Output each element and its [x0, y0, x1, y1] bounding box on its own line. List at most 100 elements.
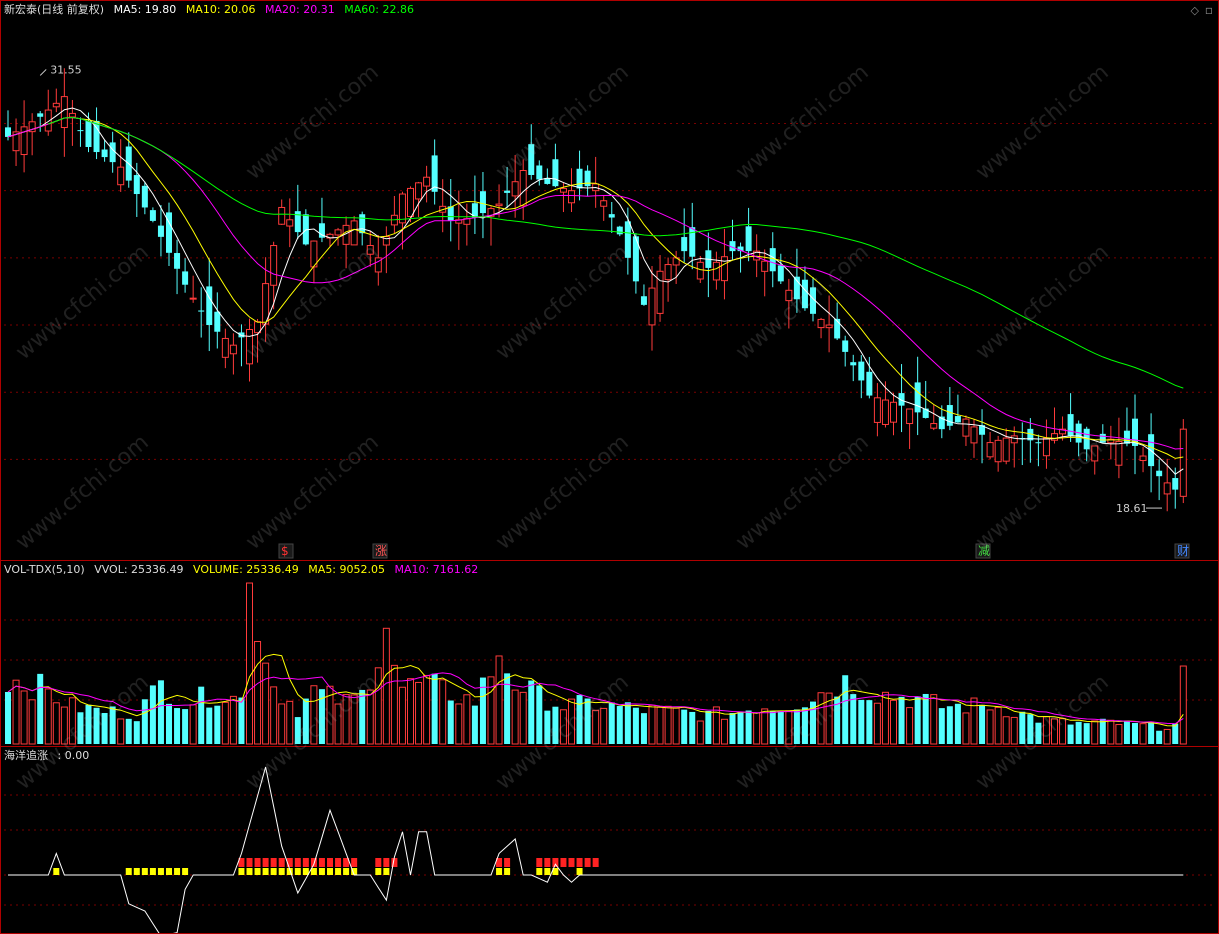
candle-body: [77, 130, 84, 132]
candle-body: [519, 170, 527, 207]
volume-bar: [246, 582, 253, 745]
volume-bar: [125, 718, 132, 744]
candle-body: [101, 149, 108, 158]
chart-canvas[interactable]: 31.55 18.61 $ 涨 减 财: [0, 0, 1219, 934]
volume-bar: [149, 685, 156, 744]
volume-bar: [873, 702, 881, 745]
volume-ma5-legend: MA5: 9052.05: [308, 563, 386, 576]
indicator-plot: [8, 766, 1184, 934]
candle-body: [431, 155, 438, 192]
diamond-icon[interactable]: ◇: [1191, 4, 1199, 17]
volume-bar: [994, 706, 1002, 745]
candle-body: [681, 237, 688, 252]
volume-bar: [656, 706, 664, 745]
indicator-bar-yellow: [174, 868, 181, 875]
volume-bar: [471, 705, 478, 744]
candle-body: [528, 144, 535, 175]
indicator-bar-yellow: [496, 868, 503, 875]
volume-bar: [511, 689, 519, 745]
volume-bar: [1083, 723, 1090, 744]
volume-bar: [922, 693, 929, 744]
indicator-bar-yellow: [327, 868, 333, 875]
indicator-bar-yellow: [544, 868, 551, 875]
volume-bar: [785, 710, 793, 745]
candle-body: [157, 225, 164, 237]
candle-body: [584, 170, 591, 187]
candle-body: [720, 256, 728, 282]
volume-bar: [817, 692, 825, 745]
chart-frame: [0, 0, 1219, 934]
volume-bar: [60, 706, 68, 745]
volume-bar: [1027, 714, 1034, 744]
candle-body: [504, 190, 511, 193]
stock-name[interactable]: 新宏泰(日线 前复权): [4, 3, 104, 16]
indicator-bar-red: [318, 858, 325, 867]
candle-body: [359, 214, 366, 234]
volume-bar: [1139, 723, 1147, 745]
volume-bar: [592, 709, 600, 745]
candle-body: [1099, 433, 1106, 443]
candle-body: [286, 219, 294, 227]
candle-body: [696, 261, 704, 280]
candle-body: [1002, 437, 1010, 462]
volume-bar: [109, 706, 116, 744]
candle-body: [970, 426, 978, 444]
candle-body: [552, 159, 559, 187]
candle-body: [600, 200, 608, 207]
volume-bar: [528, 680, 535, 744]
ma10-legend: MA10: 20.06: [185, 3, 256, 16]
volume-bar: [12, 679, 20, 745]
candle-body: [1091, 445, 1099, 462]
volume-indicator-name[interactable]: VOL-TDX(5,10): [4, 563, 85, 576]
candle-body: [1042, 437, 1050, 457]
ma60-line: [48, 116, 1184, 389]
volume-bar: [117, 718, 125, 745]
volume-bar: [986, 709, 994, 745]
volume-bar: [455, 703, 463, 745]
volume-bar: [1051, 718, 1058, 745]
volume-bar: [930, 694, 938, 745]
volume-bar: [906, 707, 914, 745]
candle-body: [986, 442, 994, 458]
indicator-bar-red: [262, 858, 269, 867]
candle-body: [1139, 455, 1147, 462]
volume-bar: [898, 696, 905, 744]
indicator-bar-yellow: [149, 868, 156, 875]
high-label: 31.55: [50, 63, 81, 76]
volume-bar: [382, 627, 390, 745]
candle-body: [559, 187, 567, 193]
indicator-bar-red: [278, 858, 285, 867]
indicator-name[interactable]: 海洋追涨: [4, 749, 48, 762]
indicator-legend: 海洋追涨 : 0.00: [4, 749, 95, 763]
volume-bar: [858, 699, 865, 744]
candle-body: [68, 112, 76, 118]
volume-bar: [182, 709, 189, 744]
candle-body: [447, 206, 454, 221]
grid-layer: [4, 122, 1215, 906]
volume-bar: [254, 641, 262, 745]
volume-bar: [85, 704, 92, 744]
price-legend: 新宏泰(日线 前复权) MA5: 19.80 MA10: 20.06 MA20:…: [4, 3, 420, 17]
volume-bar: [536, 685, 543, 744]
volume-bar: [189, 704, 197, 745]
volume-bar: [1099, 718, 1106, 744]
indicator-bar-yellow: [576, 868, 583, 875]
expand-icon[interactable]: ▫: [1205, 3, 1213, 17]
candle-body: [648, 287, 656, 326]
volume-bar: [174, 708, 181, 744]
volume-bar: [946, 706, 953, 744]
volume-bar: [1042, 716, 1050, 745]
volume-bar: [310, 685, 318, 745]
candle-body: [834, 318, 841, 339]
candle-body: [608, 214, 615, 218]
volume-bar: [278, 703, 286, 745]
candle-body: [850, 362, 857, 366]
candle-body: [350, 220, 358, 246]
volume-bar: [302, 698, 309, 744]
ma20-legend: MA20: 20.31: [265, 3, 335, 16]
volume-bar: [584, 698, 591, 744]
volume-bar: [334, 703, 342, 745]
volume-bar: [576, 695, 583, 744]
candle-body: [60, 96, 68, 129]
indicator-bar-yellow: [318, 868, 325, 875]
